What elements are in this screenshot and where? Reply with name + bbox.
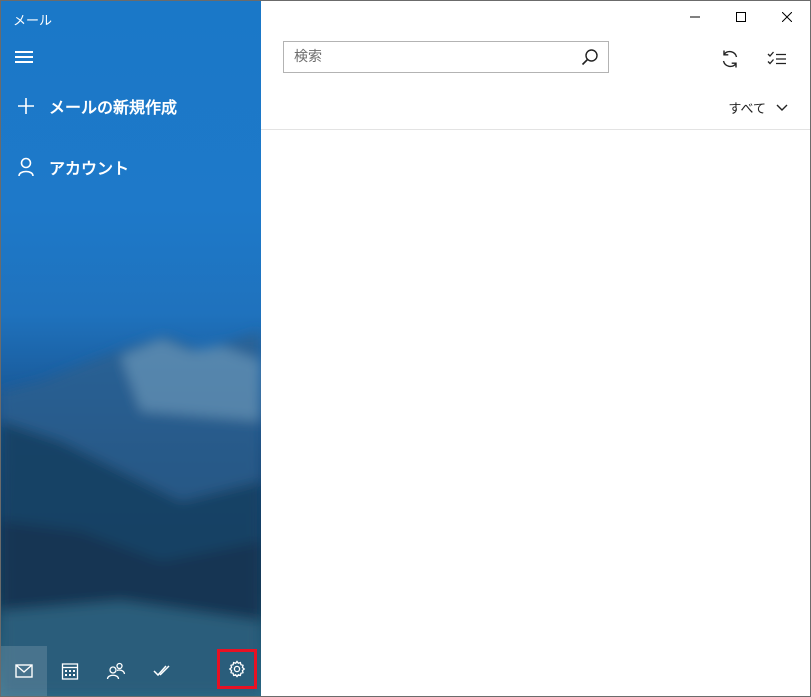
settings-button[interactable]: [217, 649, 257, 689]
person-icon: [15, 156, 37, 178]
maximize-icon: [736, 12, 746, 22]
search-icon: [581, 49, 598, 66]
selection-mode-button[interactable]: [764, 46, 790, 72]
minimize-icon: [690, 16, 700, 18]
maximize-button[interactable]: [718, 1, 764, 33]
mail-nav-button[interactable]: [1, 646, 47, 696]
plus-icon: [15, 95, 37, 117]
settings-icon: [228, 660, 246, 678]
sync-button[interactable]: [717, 46, 743, 72]
window-controls: [672, 1, 810, 33]
mail-window: メール メールの新規作成 アカウント 検索 すべて: [0, 0, 811, 697]
accounts-label: アカウント: [49, 159, 130, 178]
app-switcher-bar: [1, 646, 261, 696]
sidebar: メール メールの新規作成 アカウント: [1, 1, 261, 696]
calendar-nav-button[interactable]: [47, 646, 93, 696]
app-title: メール: [13, 14, 53, 29]
people-nav-button[interactable]: [93, 646, 139, 696]
chevron-down-icon: [776, 104, 788, 111]
new-mail-button[interactable]: メールの新規作成: [15, 94, 177, 118]
close-icon: [782, 12, 792, 22]
sync-icon: [722, 50, 738, 68]
todo-nav-button[interactable]: [139, 646, 185, 696]
close-button[interactable]: [764, 1, 810, 33]
checklist-icon: [767, 51, 786, 65]
calendar-icon: [61, 663, 79, 680]
accounts-button[interactable]: アカウント: [15, 155, 129, 179]
minimize-button[interactable]: [672, 1, 718, 33]
filter-label: すべて: [728, 102, 766, 117]
filter-dropdown[interactable]: すべて: [728, 98, 788, 117]
message-list-pane: すべて: [261, 1, 810, 696]
search-box: [283, 41, 609, 73]
new-mail-label: メールの新規作成: [49, 98, 178, 117]
search-button[interactable]: [572, 42, 608, 72]
search-input[interactable]: [284, 43, 572, 71]
list-divider: [261, 129, 810, 130]
mail-icon: [15, 664, 33, 678]
hamburger-menu-icon[interactable]: [15, 48, 35, 66]
people-icon: [106, 662, 126, 680]
todo-icon: [153, 665, 170, 677]
